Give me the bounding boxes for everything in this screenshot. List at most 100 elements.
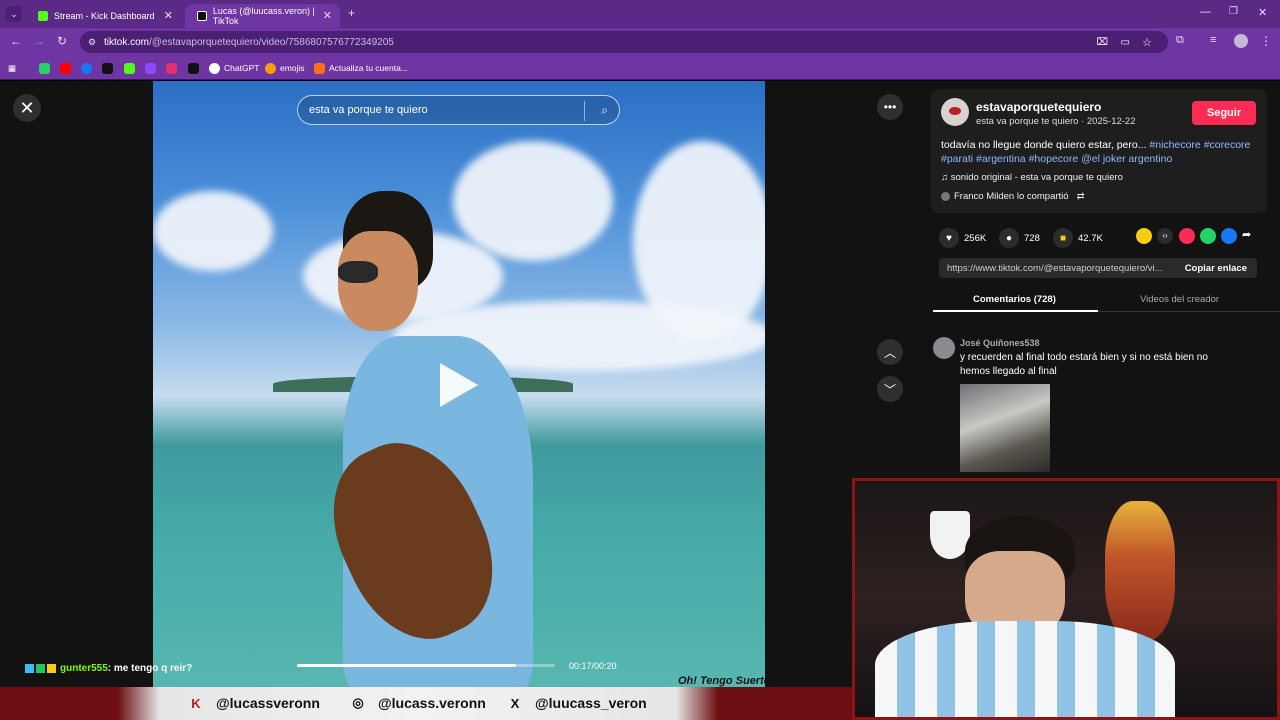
tab-comments[interactable]: Comentarios (728): [973, 294, 1056, 305]
cloud: [453, 141, 613, 261]
forward-icon[interactable]: →: [33, 34, 45, 48]
creator-avatar[interactable]: [941, 98, 969, 126]
bookmark-whatsapp[interactable]: [39, 61, 54, 75]
creator-username[interactable]: estavaporquetequiero: [976, 100, 1101, 114]
bookmark-icon: ■: [1053, 228, 1073, 248]
social-instagram: ◎ @lucass.veronn: [350, 695, 485, 711]
post-description: todavía no llegue donde quiero estar, pe…: [941, 138, 1259, 166]
copy-link-box: https://www.tiktok.com/@estavaporquetequ…: [939, 258, 1257, 278]
more-dots-icon: •••: [883, 100, 897, 114]
badge-icon: [25, 664, 34, 673]
profile-avatar[interactable]: [1234, 34, 1248, 48]
chat-message: gunter555 : me tengo q reir?: [25, 663, 192, 674]
back-icon[interactable]: ←: [10, 34, 22, 48]
video-progress-bar[interactable]: [297, 664, 555, 667]
commenter-avatar[interactable]: [933, 337, 955, 359]
menu-dots-icon[interactable]: ⋮: [1260, 34, 1272, 48]
comment-count: 728: [1024, 232, 1040, 244]
tab-search-button[interactable]: ⌄: [6, 6, 22, 22]
whatsapp-icon: [39, 62, 50, 74]
apps-grid-icon[interactable]: ▦: [8, 61, 16, 75]
bookmark-twitch[interactable]: [145, 61, 160, 75]
facebook-share-icon[interactable]: [1221, 228, 1237, 244]
repost-share-icon[interactable]: [1136, 228, 1152, 244]
bookmark-messenger[interactable]: [81, 61, 96, 75]
copy-link-button[interactable]: Copiar enlace: [1185, 263, 1247, 274]
url-path: /@estavaporquetequiero/video/75868075767…: [149, 36, 394, 48]
translate-icon[interactable]: ⌧: [1096, 37, 1108, 48]
window-close-icon[interactable]: ✕: [1258, 6, 1267, 19]
tab-label: Stream - Kick Dashboard: [54, 11, 155, 21]
like-count: 256K: [964, 232, 987, 244]
reading-list-icon[interactable]: ≡: [1210, 34, 1216, 46]
tab-tiktok[interactable]: Lucas (@luucass.veron) | TikTok ✕: [185, 4, 340, 28]
comment-image[interactable]: [960, 384, 1050, 472]
creator-subline: esta va porque te quiero · 2025-12-22: [976, 116, 1136, 127]
kick-icon: [124, 62, 135, 74]
webcam-overlay: [852, 478, 1280, 720]
social-kick: K @lucassveronn: [188, 695, 320, 711]
bookmark-star-icon[interactable]: ☆: [1142, 36, 1152, 49]
instagram-icon: ◎: [352, 695, 364, 710]
previous-video-button[interactable]: ︿: [877, 339, 903, 365]
search-input[interactable]: esta va porque te quiero ⌕: [297, 95, 620, 125]
kick-icon: [38, 11, 48, 21]
social-handle: @lucassveronn: [216, 695, 320, 711]
comment-author[interactable]: José Quiñones538: [960, 338, 1040, 348]
save-button[interactable]: ■ 42.7K: [1053, 228, 1103, 248]
bookmark-kick[interactable]: [124, 61, 139, 75]
bookmark-account[interactable]: Actualiza tu cuenta...: [314, 61, 408, 75]
youtube-icon: [60, 62, 71, 74]
extensions-icon[interactable]: ⧉: [1176, 34, 1184, 47]
close-video-button[interactable]: ✕: [13, 94, 41, 122]
bookmark-label: Actualiza tu cuenta...: [329, 63, 408, 73]
whatsapp-share-icon[interactable]: [1200, 228, 1216, 244]
bookmark-youtube[interactable]: [60, 61, 75, 75]
crown-icon: [47, 664, 56, 673]
send-icon[interactable]: [1179, 228, 1195, 244]
embed-icon[interactable]: ‹›: [1157, 228, 1173, 244]
cloud: [153, 191, 273, 271]
heart-icon: ♥: [939, 228, 959, 248]
chevron-up-icon: ︿: [883, 345, 896, 360]
more-share-icon[interactable]: ➦: [1242, 228, 1258, 244]
bookmark-instagram[interactable]: [166, 61, 181, 75]
video-watermark: Oh! Tengo Suerte: [678, 675, 770, 687]
tab-label: Lucas (@luucass.veron) | TikTok: [212, 6, 315, 26]
search-text: esta va porque te quiero: [309, 104, 428, 116]
bookmark-emojis[interactable]: emojis: [265, 61, 305, 75]
messenger-icon: [81, 62, 92, 74]
restore-icon[interactable]: ❐: [1229, 6, 1238, 17]
bookmark-chatgpt[interactable]: ChatGPT: [209, 61, 259, 75]
minimize-icon[interactable]: —: [1200, 6, 1211, 18]
x-icon: [188, 62, 199, 74]
tab-creator-videos[interactable]: Videos del creador: [1140, 294, 1219, 305]
close-tab-icon[interactable]: ✕: [323, 9, 332, 22]
site-info-icon[interactable]: ⚙: [88, 37, 96, 48]
play-icon[interactable]: [440, 363, 478, 407]
sound-link[interactable]: ♫ sonido original - esta va porque te qu…: [941, 172, 1123, 183]
search-divider: [584, 101, 585, 121]
more-options-button[interactable]: •••: [877, 94, 903, 120]
comment-button[interactable]: ● 728: [999, 228, 1040, 248]
bookmark-tiktok[interactable]: [102, 61, 117, 75]
x-icon: X: [510, 695, 520, 711]
new-tab-icon[interactable]: +: [348, 6, 355, 20]
like-button[interactable]: ♥ 256K: [939, 228, 986, 248]
close-tab-icon[interactable]: ✕: [164, 9, 173, 22]
bookmarks-bar: ▦ ChatGPT emojis Actualiza tu cuenta...: [0, 56, 1280, 80]
tiktok-icon: [102, 62, 113, 74]
save-count: 42.7K: [1078, 232, 1103, 244]
next-video-button[interactable]: ﹀: [877, 376, 903, 402]
url-field[interactable]: ⚙ tiktok.com/@estavaporquetequiero/video…: [80, 31, 1168, 53]
follow-button[interactable]: Seguir: [1192, 101, 1256, 125]
sunglasses: [338, 261, 378, 283]
search-icon[interactable]: ⌕: [601, 103, 608, 118]
sharer-avatar: [941, 192, 950, 201]
tab-kick-dashboard[interactable]: Stream - Kick Dashboard ✕: [26, 4, 181, 28]
streamer-jersey: [875, 621, 1175, 717]
cast-icon[interactable]: ▭: [1121, 37, 1130, 48]
reload-icon[interactable]: ↻: [57, 34, 67, 48]
social-x: X @luucass_veron: [507, 695, 647, 711]
bookmark-x[interactable]: [188, 61, 203, 75]
